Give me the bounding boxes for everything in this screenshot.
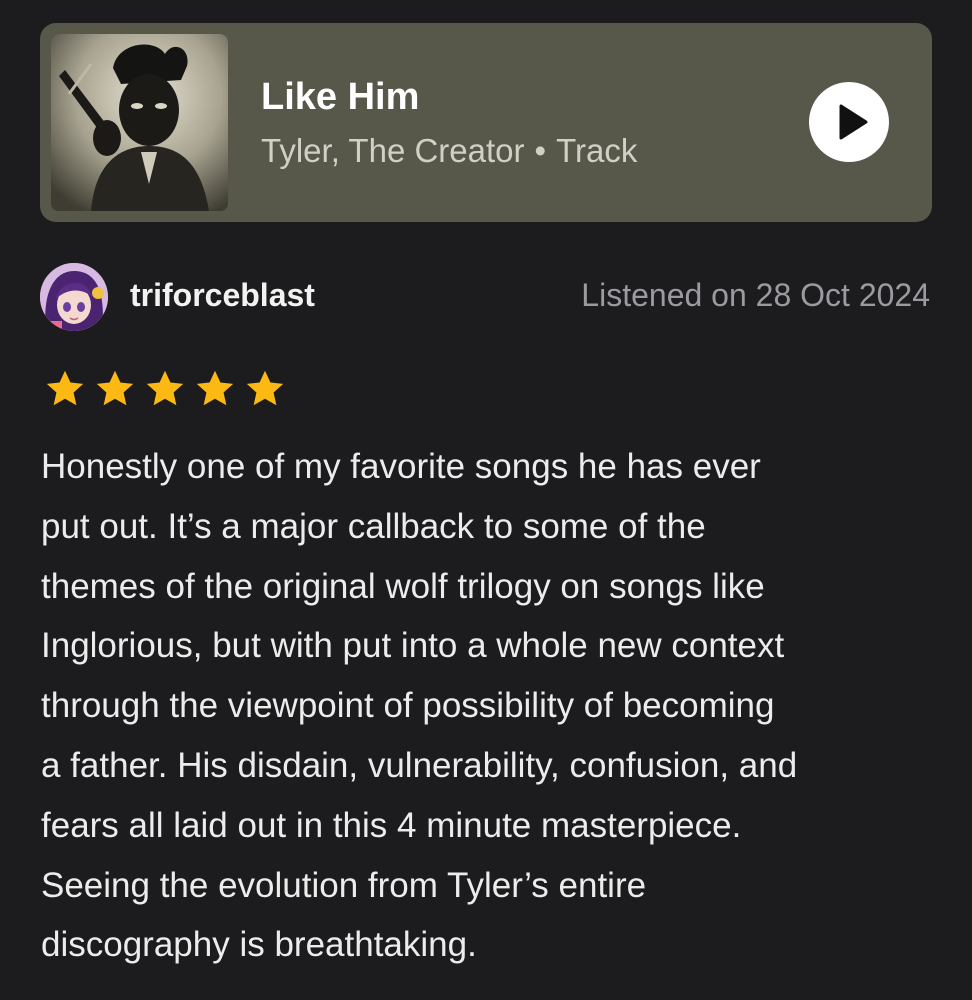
play-button[interactable]: [809, 82, 889, 162]
play-icon: [839, 104, 868, 140]
review-text-line: Honestly one of my favorite songs he has…: [41, 447, 761, 486]
review-header: triforceblast Listened on 28 Oct 2024: [40, 263, 932, 331]
review-text-line: Seeing the evolution from Tyler’s entire: [41, 865, 647, 905]
review-text-line: put out. It’s a major callback to some o…: [41, 506, 706, 546]
item-type: Track: [556, 132, 638, 169]
track-card[interactable]: Like Him Tyler, The Creator • Track: [40, 23, 932, 222]
star-icon: [46, 370, 84, 406]
star-icon: [96, 370, 134, 406]
username[interactable]: triforceblast: [130, 277, 315, 314]
review-text-line: through the viewpoint of possibility of …: [41, 686, 775, 726]
review-text-line: a father. His disdain, vulnerability, co…: [41, 745, 798, 785]
review-page: Like Him Tyler, The Creator • Track trif…: [0, 0, 972, 1000]
album-cover[interactable]: [51, 34, 228, 211]
review-text-line: fears all laid out in this 4 minute mast…: [41, 805, 742, 845]
star-icon: [246, 370, 284, 406]
track-title[interactable]: Like Him: [261, 76, 419, 119]
album-cover-image: [51, 34, 228, 211]
star-rating: [44, 368, 286, 410]
meta-separator: •: [534, 132, 547, 169]
artist-name[interactable]: Tyler, The Creator: [261, 132, 525, 169]
review-body: Honestly one of my favorite songs he has…: [41, 437, 941, 975]
star-icon: [146, 370, 184, 406]
review-text-line: themes of the original wolf trilogy on s…: [41, 566, 765, 606]
user-avatar-image: [40, 263, 108, 331]
avatar[interactable]: [40, 263, 108, 331]
listened-date: Listened on 28 Oct 2024: [581, 277, 930, 313]
track-meta: Tyler, The Creator • Track: [261, 132, 637, 170]
review-text-line: discography is breathtaking.: [41, 925, 477, 965]
star-icon: [196, 370, 234, 406]
review-text-line: Inglorious, but with put into a whole ne…: [41, 626, 785, 666]
